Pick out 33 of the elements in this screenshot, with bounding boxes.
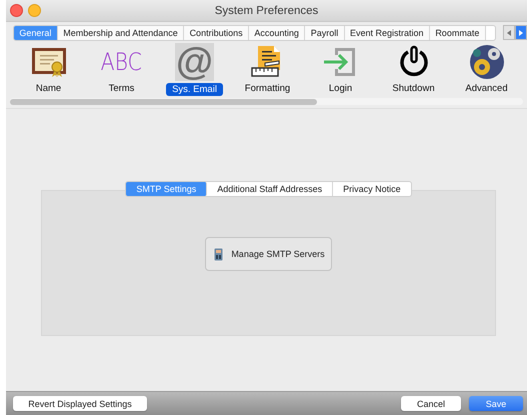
letters-icon: ABC: [100, 50, 142, 74]
tab[interactable]: Privacy Notice: [333, 182, 411, 196]
toolbar-item-label[interactable]: Terms: [102, 82, 140, 95]
toolbar-item-label[interactable]: Shutdown: [386, 82, 441, 95]
manage-servers-button[interactable]: Manage SMTP Servers: [205, 237, 332, 271]
cancel-button[interactable]: Cancel: [401, 396, 461, 411]
certificate-icon: [30, 46, 66, 76]
toolbar-item-label[interactable]: Name: [30, 82, 68, 95]
toolbar-item-label[interactable]: Sys. Email: [166, 83, 223, 96]
tab[interactable]: Payroll: [305, 26, 345, 40]
tab[interactable]: Accounting: [248, 26, 306, 40]
window-title: System Preferences: [214, 4, 318, 16]
tab[interactable]: Event Registration: [344, 26, 430, 40]
revert-button[interactable]: Revert Displayed Settings: [13, 396, 147, 411]
tab[interactable]: Additional Staff Addresses: [207, 182, 334, 196]
close-button[interactable]: [10, 4, 23, 17]
save-button[interactable]: Save: [469, 396, 523, 411]
scrollbar-thumb[interactable]: [10, 98, 317, 104]
tab[interactable]: Roommate: [430, 26, 486, 40]
horizontal-scrollbar[interactable]: [10, 98, 523, 105]
scroll-right-button[interactable]: [515, 25, 527, 40]
at-sign-icon: @: [174, 43, 214, 81]
toolbar-item-label[interactable]: Advanced: [459, 82, 514, 95]
tab[interactable]: Membership and Attendance: [58, 26, 184, 40]
tab[interactable]: Contributions: [184, 26, 249, 40]
toolbar-item-label[interactable]: Formatting: [238, 82, 296, 95]
toolbar-item-label[interactable]: Login: [322, 82, 358, 95]
left-triangle-icon: [507, 30, 511, 36]
scroll-left-button[interactable]: [503, 25, 515, 40]
server-icon: [214, 248, 224, 260]
minimize-button[interactable]: [28, 4, 41, 17]
gears-icon: [468, 44, 504, 80]
right-triangle-icon: [519, 30, 523, 36]
